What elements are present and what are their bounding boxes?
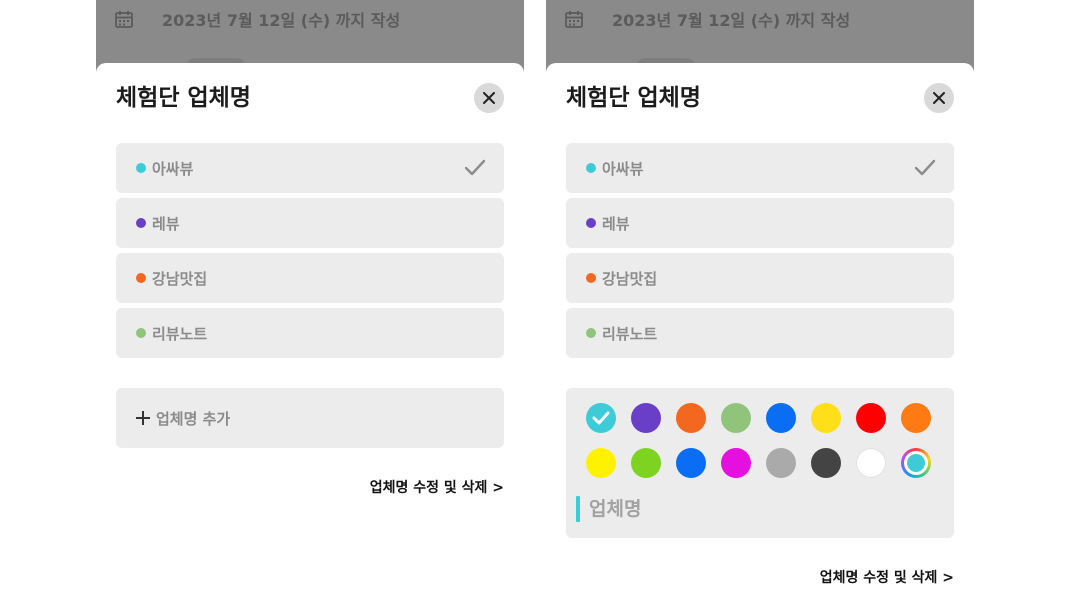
vendor-color-dot (586, 218, 596, 228)
vendor-option-gangnam[interactable]: 강남맛집 (566, 253, 954, 303)
vendor-name-field[interactable] (576, 496, 889, 522)
color-swatch[interactable] (856, 403, 886, 433)
text-cursor (576, 496, 580, 522)
deadline-row: 2023년 7월 12일 (수) 까지 작성 (564, 8, 850, 30)
check-icon (914, 159, 936, 176)
vendor-option-reviewnote[interactable]: 리뷰노트 (116, 308, 504, 358)
close-icon (933, 92, 945, 104)
color-swatch[interactable] (586, 403, 616, 433)
color-swatch[interactable] (856, 448, 886, 478)
color-swatch[interactable] (811, 448, 841, 478)
vendor-name-input[interactable] (589, 498, 889, 520)
vendor-label: 강남맛집 (602, 269, 658, 288)
color-swatch[interactable] (721, 403, 751, 433)
edit-vendor-link[interactable]: 업체명 수정 및 삭제 > (820, 567, 954, 587)
sheet-title: 체험단 업체명 (566, 85, 701, 111)
vendor-color-dot (586, 163, 596, 173)
vendor-label: 리뷰노트 (152, 324, 208, 343)
vendor-color-dot (586, 273, 596, 283)
vendor-sheet-add: 2023년 7월 12일 (수) 까지 작성 체험단 업체명 아싸뷰 레뷰 강남… (546, 0, 974, 600)
edit-vendor-link[interactable]: 업체명 수정 및 삭제 > (370, 477, 504, 497)
deadline-text: 2023년 7월 12일 (수) 까지 작성 (612, 11, 851, 30)
vendor-color-dot (136, 218, 146, 228)
vendor-sheet-default: 2023년 7월 12일 (수) 까지 작성 체험단 업체명 아싸뷰 레뷰 강남… (96, 0, 524, 600)
add-vendor-button[interactable]: 업체명 추가 (116, 388, 504, 448)
vendor-label: 아싸뷰 (602, 159, 644, 178)
color-swatch[interactable] (766, 448, 796, 478)
color-swatch[interactable] (721, 448, 751, 478)
vendor-option-asabyu[interactable]: 아싸뷰 (566, 143, 954, 193)
plus-icon (136, 411, 150, 425)
custom-color-core (907, 454, 925, 472)
color-swatch[interactable] (676, 448, 706, 478)
deadline-row: 2023년 7월 12일 (수) 까지 작성 (114, 8, 400, 30)
color-swatch[interactable] (811, 403, 841, 433)
vendor-color-dot (136, 163, 146, 173)
vendor-label: 아싸뷰 (152, 159, 194, 178)
vendor-label: 레뷰 (152, 214, 180, 233)
bottom-sheet: 체험단 업체명 아싸뷰 레뷰 강남맛집 리뷰노트 업체명 수정 (546, 63, 974, 600)
color-swatch[interactable] (586, 448, 616, 478)
deadline-text: 2023년 7월 12일 (수) 까지 작성 (162, 11, 401, 30)
sheet-title: 체험단 업체명 (116, 85, 251, 111)
color-swatch[interactable] (901, 403, 931, 433)
color-swatch[interactable] (676, 403, 706, 433)
calendar-icon (115, 11, 133, 28)
check-icon (464, 159, 486, 176)
vendor-color-dot (136, 328, 146, 338)
vendor-label: 리뷰노트 (602, 324, 658, 343)
custom-color-swatch[interactable] (901, 448, 931, 478)
color-swatch[interactable] (631, 448, 661, 478)
vendor-option-reviewnote[interactable]: 리뷰노트 (566, 308, 954, 358)
add-vendor-label: 업체명 추가 (156, 409, 231, 428)
vendor-color-dot (136, 273, 146, 283)
close-icon (483, 92, 495, 104)
custom-color-preview (904, 451, 928, 475)
color-swatch[interactable] (766, 403, 796, 433)
vendor-option-asabyu[interactable]: 아싸뷰 (116, 143, 504, 193)
calendar-icon (565, 11, 583, 28)
color-swatch[interactable] (631, 403, 661, 433)
vendor-label: 강남맛집 (152, 269, 208, 288)
bottom-sheet: 체험단 업체명 아싸뷰 레뷰 강남맛집 리뷰노트 업체명 추가 업체명 수정 및… (96, 63, 524, 600)
close-button[interactable] (924, 83, 954, 113)
vendor-label: 레뷰 (602, 214, 630, 233)
new-vendor-form (566, 388, 954, 538)
check-icon (592, 411, 610, 425)
vendor-option-revu[interactable]: 레뷰 (116, 198, 504, 248)
vendor-color-dot (586, 328, 596, 338)
vendor-option-gangnam[interactable]: 강남맛집 (116, 253, 504, 303)
vendor-option-revu[interactable]: 레뷰 (566, 198, 954, 248)
close-button[interactable] (474, 83, 504, 113)
